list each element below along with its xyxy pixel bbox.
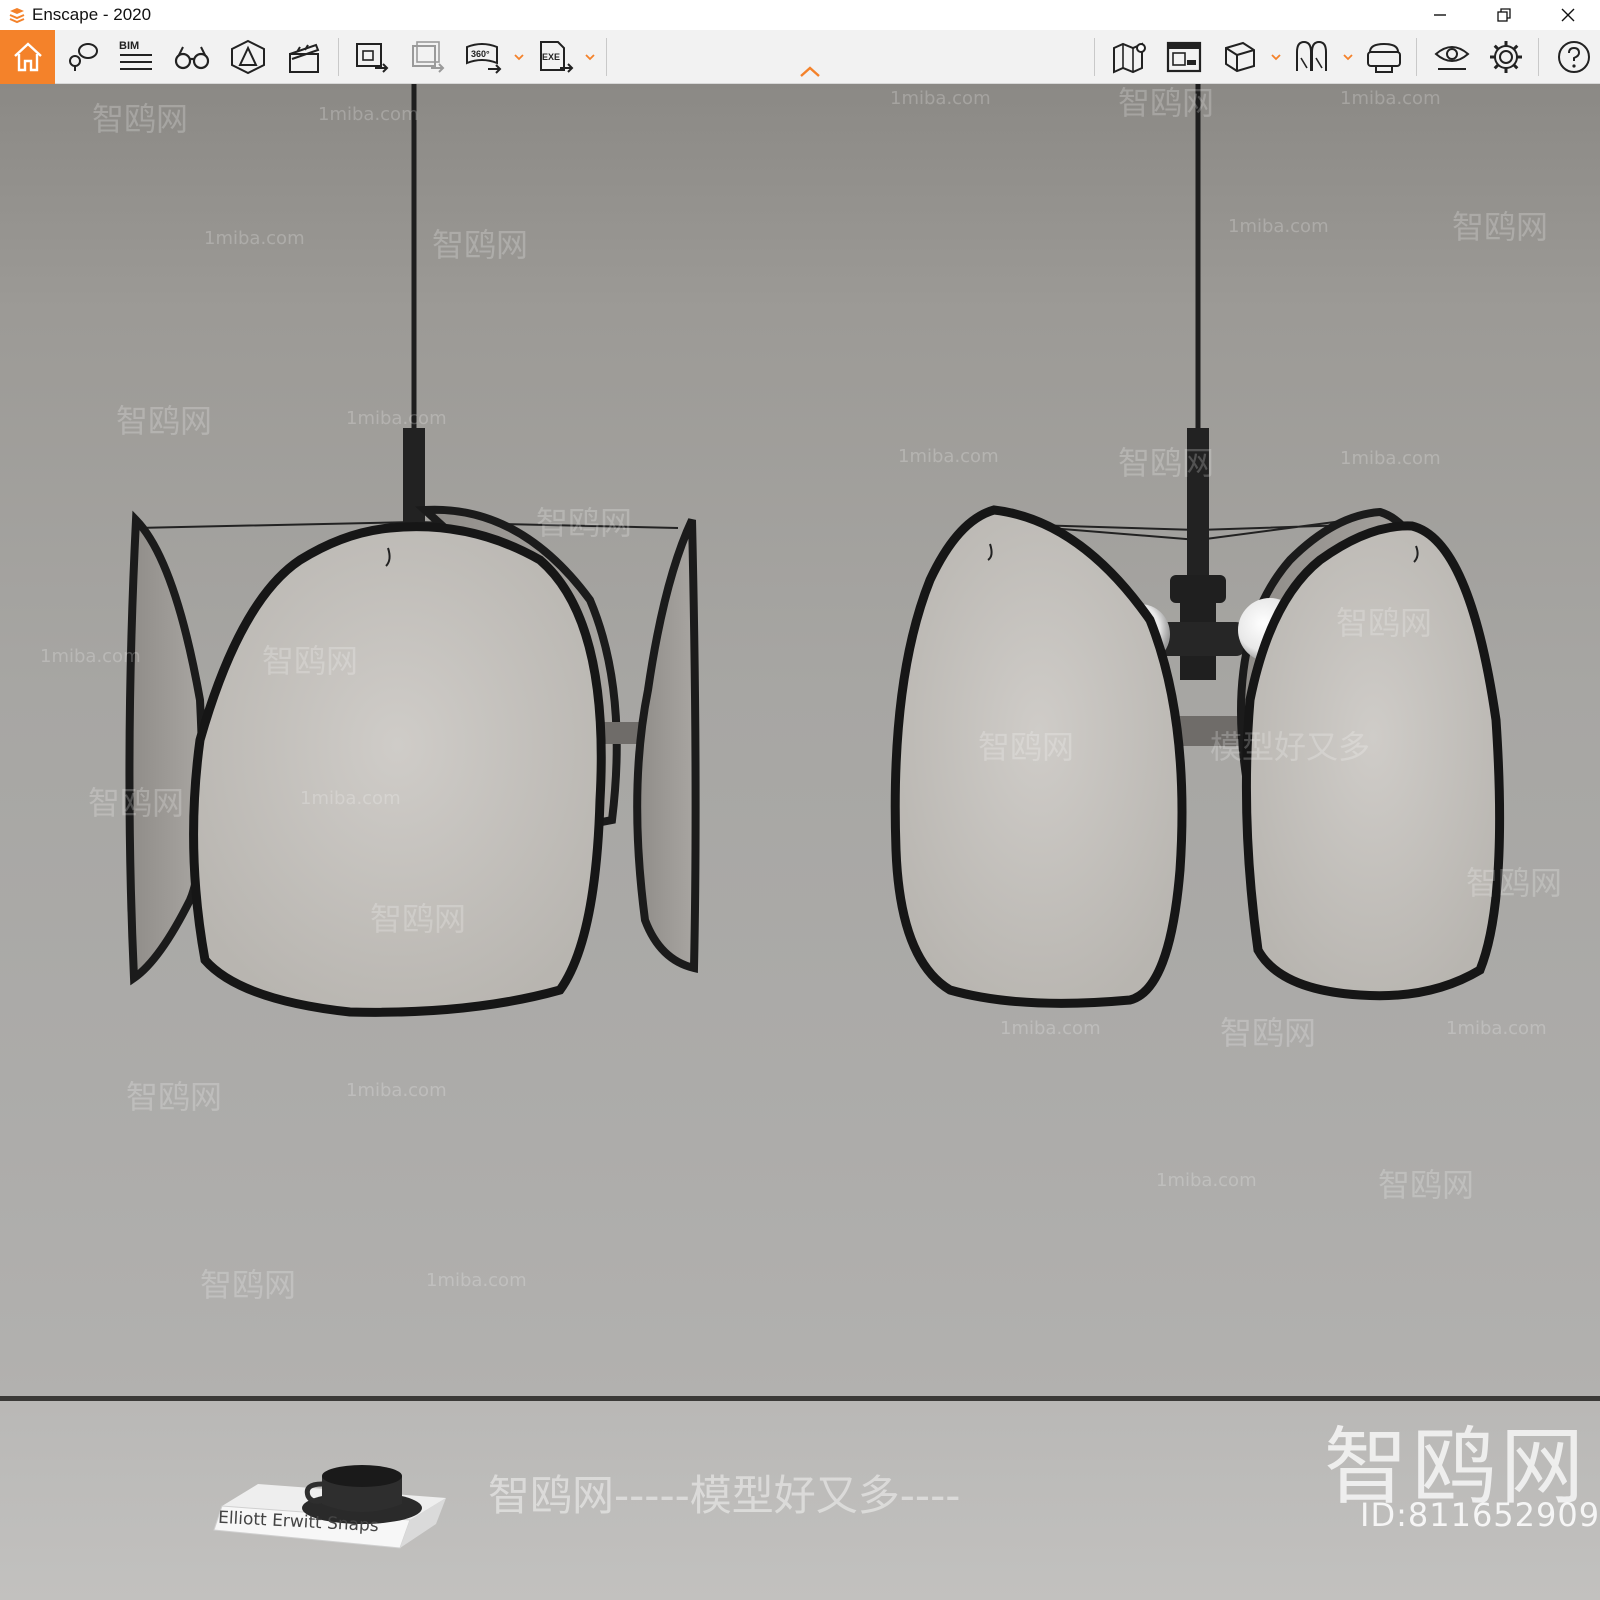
explore-button[interactable]	[166, 30, 218, 84]
close-button[interactable]	[1536, 0, 1600, 30]
render-export-icon	[356, 43, 389, 73]
atmosphere-button[interactable]	[222, 30, 274, 84]
visual-settings-button[interactable]	[1426, 30, 1478, 84]
vr-button[interactable]	[1358, 30, 1410, 84]
asset-dropdown[interactable]	[1268, 30, 1284, 84]
cube-icon	[1225, 41, 1255, 73]
chevron-down-icon	[585, 54, 595, 61]
minimize-button[interactable]	[1408, 0, 1472, 30]
panorama-dropdown[interactable]	[511, 30, 527, 84]
clapper-icon	[289, 43, 320, 73]
restore-button[interactable]	[1472, 0, 1536, 30]
home-icon	[13, 42, 42, 72]
chevron-down-icon	[514, 54, 524, 61]
bell-icon	[231, 39, 265, 75]
gear-icon	[1490, 41, 1522, 73]
bim-label: BIM	[119, 40, 139, 52]
exe-dropdown[interactable]	[582, 30, 598, 84]
batch-render-button[interactable]	[402, 30, 454, 84]
svg-text:360°: 360°	[471, 49, 490, 59]
render-export-button[interactable]	[346, 30, 398, 84]
restore-icon	[1497, 8, 1511, 22]
svg-text:EXE: EXE	[542, 52, 560, 62]
help-button[interactable]	[1548, 30, 1600, 84]
enscape-logo-icon	[6, 4, 28, 26]
bim-info-button[interactable]: BIM	[110, 30, 162, 84]
material-dropdown[interactable]	[1340, 30, 1356, 84]
left-pendant-lamp	[125, 84, 700, 1017]
chevron-down-icon	[1271, 54, 1281, 61]
vr-headset-icon	[1367, 42, 1401, 73]
material-editor-button[interactable]	[1286, 30, 1338, 84]
bim-list-icon: BIM	[119, 40, 152, 70]
window-title: Enscape - 2020	[32, 5, 152, 24]
gallery-icon	[1166, 41, 1202, 73]
minimize-icon	[1434, 14, 1446, 16]
chevron-up-icon	[800, 66, 820, 77]
title-bar: Enscape - 2020	[0, 0, 1600, 30]
map-pin-icon	[1113, 42, 1146, 74]
exe-export-button[interactable]: EXE	[530, 30, 582, 84]
video-editor-button[interactable]	[278, 30, 330, 84]
location-pin-icon	[69, 43, 98, 71]
settings-button[interactable]	[1480, 30, 1532, 84]
exe-export-icon: EXE	[540, 41, 574, 73]
gallery-button[interactable]	[1158, 30, 1210, 84]
toolbar-collapse-toggle[interactable]	[796, 64, 824, 80]
materials-icon	[1296, 40, 1327, 71]
enscape-toolbar: BIM 360° EXE	[0, 30, 1600, 84]
binoculars-icon	[174, 46, 210, 70]
render-viewport[interactable]: Elliott Erwitt Snaps 智鸥网 1miba.com 1miba…	[0, 84, 1600, 1600]
asset-library-button[interactable]	[1214, 30, 1266, 84]
map-button[interactable]	[1104, 30, 1156, 84]
eye-icon	[1434, 46, 1470, 70]
scene-render	[125, 84, 1505, 1549]
chevron-down-icon	[1343, 54, 1353, 61]
views-button[interactable]	[56, 30, 108, 84]
panorama-360-icon: 360°	[466, 43, 502, 74]
close-icon	[1561, 8, 1575, 22]
panorama-360-button[interactable]: 360°	[458, 30, 510, 84]
home-button[interactable]	[0, 30, 55, 84]
right-pendant-lamp	[890, 84, 1505, 1008]
book-with-cup	[213, 1465, 446, 1549]
batch-render-icon	[412, 41, 445, 73]
help-icon	[1558, 41, 1590, 73]
